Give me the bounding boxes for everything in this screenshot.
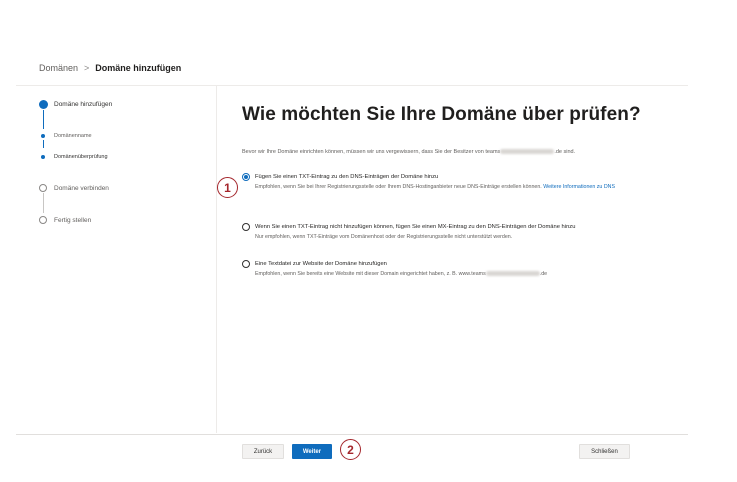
footer-divider	[16, 434, 688, 435]
option-description-text: .de	[539, 271, 548, 277]
callout-badge-2: 2	[340, 439, 361, 460]
step-label: Domäne verbinden	[54, 184, 109, 192]
option-description-text: Empfohlen, wenn Sie bereits eine Website…	[255, 271, 486, 277]
breadcrumb: Domänen > Domäne hinzufügen	[39, 63, 181, 73]
step-pending-indicator	[39, 184, 47, 192]
intro-text: Bevor wir Ihre Domäne einrichten können,…	[242, 149, 575, 155]
step-current-indicator	[38, 100, 48, 109]
stepper-connector	[42, 110, 44, 129]
panel-top-divider	[16, 85, 688, 86]
breadcrumb-current: Domäne hinzufügen	[95, 63, 182, 73]
intro-text-end: .de sind.	[554, 149, 576, 155]
option-label: Fügen Sie einen TXT-Eintrag zu den DNS-E…	[255, 174, 439, 180]
step-finish: Fertig stellen	[36, 216, 91, 224]
option-txt-record[interactable]: Fügen Sie einen TXT-Eintrag zu den DNS-E…	[242, 173, 682, 192]
stepper-connector	[42, 140, 44, 148]
radio-text-file[interactable]	[242, 260, 250, 268]
radio-txt-record[interactable]	[242, 173, 250, 181]
step-label: Domänenüberprüfung	[54, 154, 108, 160]
option-mx-record[interactable]: Wenn Sie einen TXT-Eintrag nicht hinzufü…	[242, 223, 682, 242]
callout-badge-1: 1	[217, 177, 238, 198]
close-button[interactable]: Schließen	[579, 444, 630, 459]
step-domain-name: Domänenname	[36, 133, 92, 139]
substep-indicator	[41, 134, 45, 138]
option-text-file[interactable]: Eine Textdatei zur Website der Domäne hi…	[242, 260, 682, 279]
breadcrumb-domains-link[interactable]: Domänen	[39, 63, 78, 73]
step-connect-domain: Domäne verbinden	[36, 184, 109, 192]
step-label: Domäne hinzufügen	[54, 101, 113, 108]
main-content: Wie möchten Sie Ihre Domäne über prüfen?…	[242, 104, 687, 277]
intro-text-start: Bevor wir Ihre Domäne einrichten können,…	[242, 149, 501, 155]
option-description: Empfohlen, wenn Sie bereits eine Website…	[255, 270, 682, 279]
step-pending-indicator	[39, 216, 47, 224]
sidebar-divider	[216, 86, 217, 433]
option-label: Wenn Sie einen TXT-Eintrag nicht hinzufü…	[255, 224, 576, 230]
option-description: Empfohlen, wenn Sie bei Ihrer Registrier…	[255, 183, 682, 192]
option-label: Eine Textdatei zur Website der Domäne hi…	[255, 261, 387, 267]
back-button[interactable]: Zurück	[242, 444, 284, 459]
step-label: Domänenname	[54, 133, 92, 139]
redacted-domain	[485, 271, 540, 277]
stepper-connector	[42, 193, 44, 213]
radio-mx-record[interactable]	[242, 223, 250, 231]
option-description: Nur empfohlen, wenn TXT-Einträge vom Dom…	[255, 234, 513, 240]
step-domain-verification: Domänenüberprüfung	[36, 154, 108, 160]
page-title: Wie möchten Sie Ihre Domäne über prüfen?	[242, 104, 641, 125]
step-add-domain: Domäne hinzufügen	[36, 100, 112, 109]
chevron-right-icon: >	[84, 63, 90, 73]
next-button[interactable]: Weiter	[292, 444, 332, 459]
dns-info-link[interactable]: Weitere Informationen zu DNS	[543, 184, 615, 190]
substep-indicator	[41, 155, 45, 159]
option-description-text: Empfohlen, wenn Sie bei Ihrer Registrier…	[255, 184, 542, 190]
redacted-domain	[500, 149, 555, 155]
step-label: Fertig stellen	[54, 216, 92, 224]
